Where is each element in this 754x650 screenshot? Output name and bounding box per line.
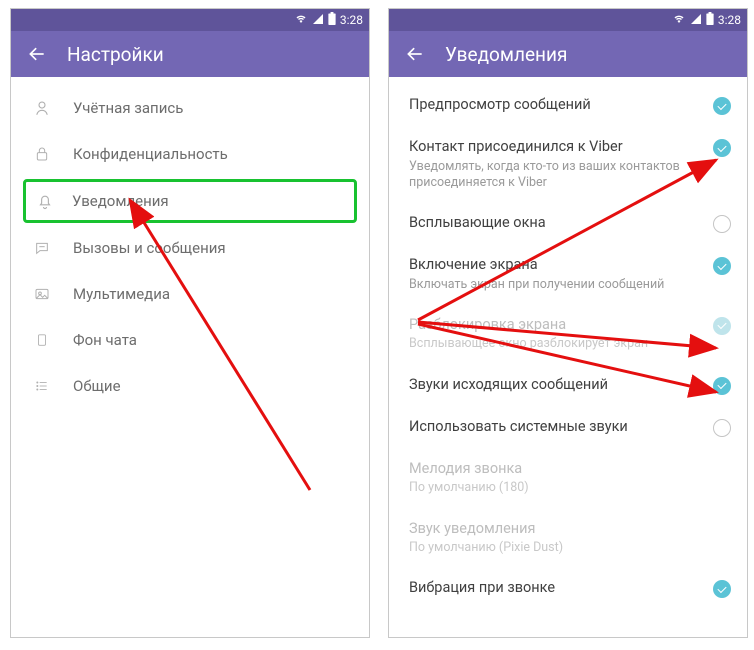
signal-icon — [690, 13, 702, 28]
statusbar: 3:28 — [389, 9, 747, 31]
bell-icon — [32, 190, 58, 212]
menu-item-general[interactable]: Общие — [11, 363, 369, 409]
back-button[interactable] — [401, 40, 429, 68]
setting-outgoing-sounds[interactable]: Звуки исходящих сообщений — [389, 365, 747, 405]
user-icon — [29, 97, 55, 119]
menu-label: Вызовы и сообщения — [73, 239, 226, 257]
notifications-list: Предпросмотр сообщений Контакт присоедин… — [389, 77, 747, 637]
setting-unlock: Разблокировка экрана Всплывающее окно ра… — [389, 305, 747, 363]
setting-subtitle: Включать экран при получении сообщений — [409, 277, 701, 293]
setting-ringtone[interactable]: Мелодия звонка По умолчанию (180) — [389, 449, 747, 507]
setting-vibrate[interactable]: Вибрация при звонке — [389, 568, 747, 608]
setting-title: Контакт присоединился к Viber — [409, 137, 701, 157]
appbar-settings: Настройки — [11, 31, 369, 77]
setting-preview[interactable]: Предпросмотр сообщений — [389, 85, 747, 125]
setting-title: Вибрация при звонке — [409, 578, 701, 598]
wifi-icon — [294, 13, 308, 28]
toggle[interactable] — [713, 257, 731, 275]
setting-title: Использовать системные звуки — [409, 417, 701, 437]
setting-title: Звуки исходящих сообщений — [409, 375, 701, 395]
menu-label: Учётная запись — [73, 99, 183, 117]
menu-label: Общие — [73, 377, 121, 395]
battery-icon — [328, 12, 336, 28]
wifi-icon — [672, 13, 686, 28]
lock-icon — [29, 143, 55, 165]
menu-label: Мультимедиа — [73, 285, 170, 303]
setting-title: Звук уведомления — [409, 519, 731, 539]
setting-popups[interactable]: Всплывающие окна — [389, 203, 747, 243]
signal-icon — [312, 13, 324, 28]
toggle[interactable] — [713, 97, 731, 115]
setting-contact-joined[interactable]: Контакт присоединился к Viber Уведомлять… — [389, 127, 747, 201]
statusbar: 3:28 — [11, 9, 369, 31]
toggle[interactable] — [713, 580, 731, 598]
back-button[interactable] — [23, 40, 51, 68]
menu-item-notifications[interactable]: Уведомления — [23, 179, 357, 223]
media-icon — [29, 283, 55, 305]
setting-subtitle: По умолчанию (180) — [409, 480, 731, 496]
setting-subtitle: Уведомлять, когда кто-то из ваших контак… — [409, 159, 701, 192]
menu-item-privacy[interactable]: Конфиденциальность — [11, 131, 369, 177]
clock: 3:28 — [718, 13, 741, 27]
battery-icon — [706, 12, 714, 28]
setting-subtitle: По умолчанию (Pixie Dust) — [409, 540, 731, 556]
menu-item-background[interactable]: Фон чата — [11, 317, 369, 363]
setting-title: Включение экрана — [409, 255, 701, 275]
appbar-notifications: Уведомления — [389, 31, 747, 77]
chat-icon — [29, 237, 55, 259]
clock: 3:28 — [340, 13, 363, 27]
appbar-title: Уведомления — [445, 43, 567, 66]
setting-title: Предпросмотр сообщений — [409, 95, 701, 115]
toggle[interactable] — [713, 377, 731, 395]
toggle[interactable] — [713, 215, 731, 233]
toggle — [713, 317, 731, 335]
background-icon — [29, 329, 55, 351]
phone-notifications: 3:28 Уведомления Предпросмотр сообщений … — [388, 8, 748, 638]
setting-screen-on[interactable]: Включение экрана Включать экран при полу… — [389, 245, 747, 303]
appbar-title: Настройки — [67, 43, 164, 66]
setting-subtitle: Всплывающее окно разблокирует экран — [409, 336, 701, 352]
setting-title: Мелодия звонка — [409, 459, 731, 479]
menu-item-media[interactable]: Мультимедиа — [11, 271, 369, 317]
toggle[interactable] — [713, 139, 731, 157]
phone-settings: 3:28 Настройки Учётная запись Конфиденци… — [10, 8, 370, 638]
menu-label: Фон чата — [73, 331, 137, 349]
setting-system-sounds[interactable]: Использовать системные звуки — [389, 407, 747, 447]
menu-item-calls[interactable]: Вызовы и сообщения — [11, 225, 369, 271]
menu-label: Уведомления — [72, 192, 169, 210]
setting-title: Разблокировка экрана — [409, 315, 701, 335]
settings-list: Учётная запись Конфиденциальность Уведом… — [11, 77, 369, 637]
menu-item-account[interactable]: Учётная запись — [11, 85, 369, 131]
setting-title: Всплывающие окна — [409, 213, 701, 233]
toggle[interactable] — [713, 419, 731, 437]
list-icon — [29, 375, 55, 397]
setting-notif-sound[interactable]: Звук уведомления По умолчанию (Pixie Dus… — [389, 509, 747, 567]
menu-label: Конфиденциальность — [73, 145, 228, 163]
